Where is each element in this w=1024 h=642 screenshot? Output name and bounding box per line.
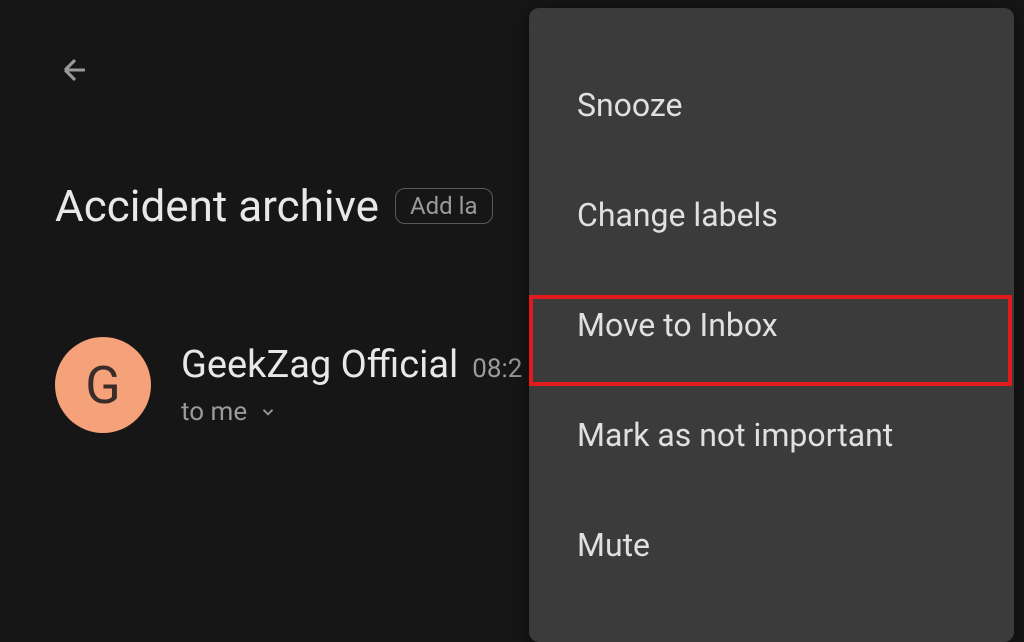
avatar-letter: G [85,355,120,416]
menu-item-move-to-inbox[interactable]: Move to Inbox [529,270,1014,380]
add-label-chip[interactable]: Add la [395,188,493,224]
chevron-down-icon [259,403,277,421]
sender-info: GeekZag Official 08:2 to me [181,343,522,427]
recipient-label: to me [181,397,247,427]
menu-item-mark-not-important[interactable]: Mark as not important [529,380,1014,490]
overflow-menu: Snooze Change labels Move to Inbox Mark … [529,8,1014,642]
avatar[interactable]: G [55,337,151,433]
sender-name-row: GeekZag Official 08:2 [181,343,522,387]
sender-name: GeekZag Official [181,343,458,387]
menu-item-snooze[interactable]: Snooze [529,50,1014,160]
arrow-left-icon [58,53,92,87]
email-subject: Accident archive [55,180,379,232]
menu-item-change-labels[interactable]: Change labels [529,160,1014,270]
recipient-expand[interactable]: to me [181,397,522,427]
menu-item-mute[interactable]: Mute [529,490,1014,600]
back-button[interactable] [55,50,95,90]
sender-time: 08:2 [472,354,522,384]
